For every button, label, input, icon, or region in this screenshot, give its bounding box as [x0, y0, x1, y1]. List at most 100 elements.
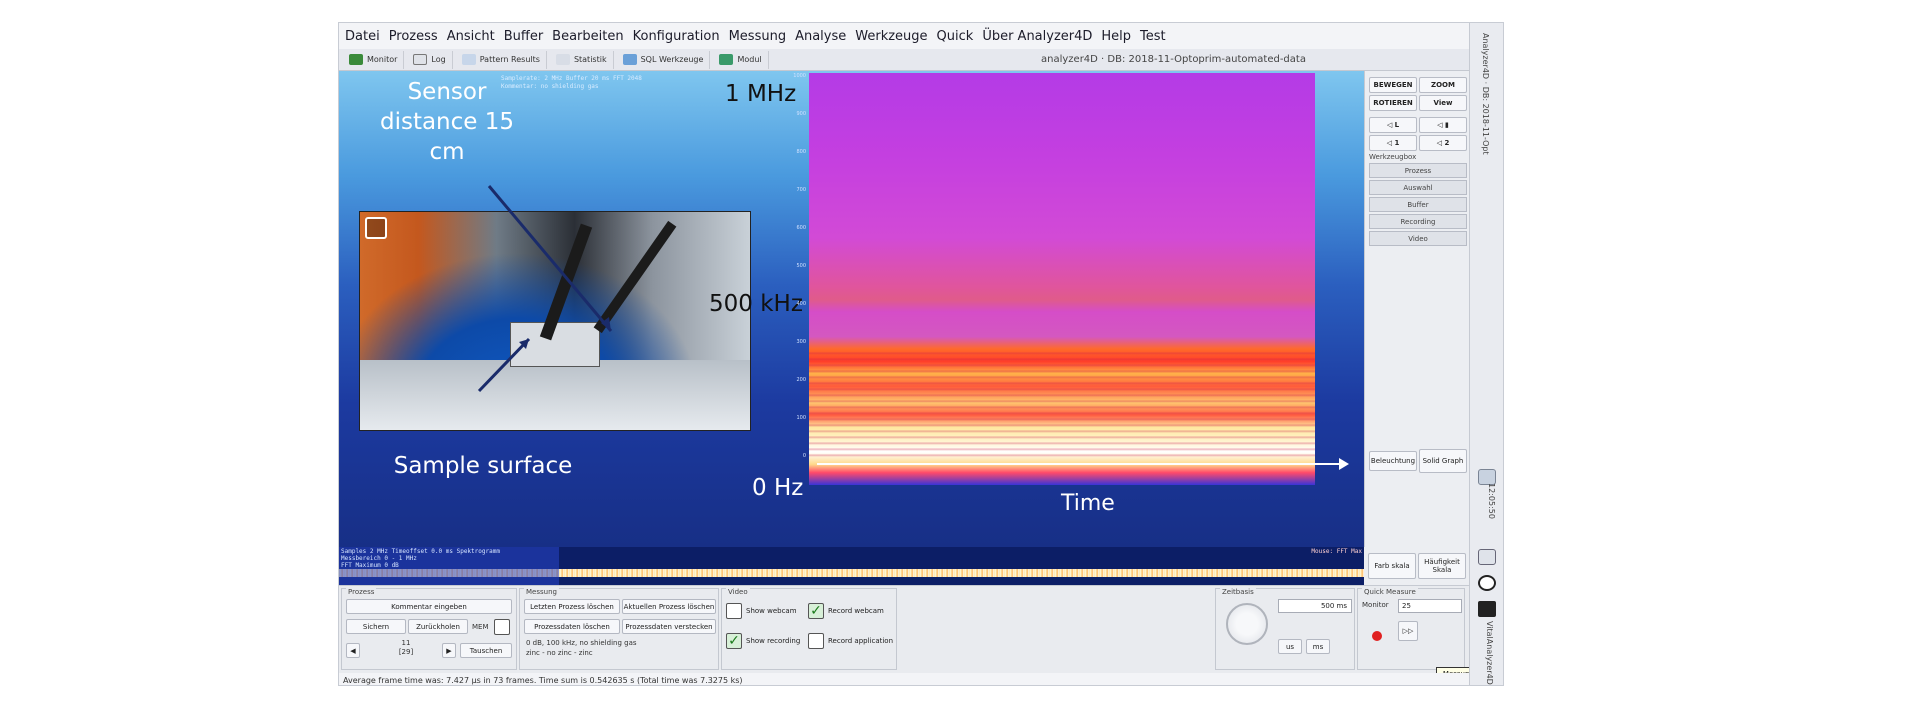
- toolbar-sql-button[interactable]: SQL Werkzeuge: [617, 50, 711, 69]
- record-webcam-checkbox[interactable]: ✓: [808, 603, 824, 619]
- power-icon[interactable]: [1478, 575, 1496, 591]
- view-button[interactable]: View: [1419, 95, 1467, 111]
- ytick: 300: [796, 339, 806, 345]
- analyzer4d-window: Datei Prozess Ansicht Buffer Bearbeiten …: [338, 22, 1504, 686]
- toolbar-log-label: Log: [431, 55, 446, 64]
- waveform-strip[interactable]: Samples 2 MHz Timeoffset 0.0 ms Spektrog…: [339, 547, 1364, 585]
- unit-ms-button[interactable]: ms: [1306, 639, 1330, 654]
- sample-arrow: [477, 337, 531, 393]
- ytick: 900: [796, 111, 806, 117]
- menu-ansicht[interactable]: Ansicht: [447, 29, 495, 44]
- menu-datei[interactable]: Datei: [345, 29, 380, 44]
- next-arrow-button[interactable]: ▶: [442, 643, 456, 658]
- tool-auswahl-button[interactable]: Auswahl: [1369, 180, 1467, 195]
- app-icon[interactable]: [1478, 601, 1496, 617]
- show-webcam-checkbox[interactable]: [726, 603, 742, 619]
- show-recording-label: Show recording: [746, 637, 801, 645]
- menu-bearbeiten[interactable]: Bearbeiten: [552, 29, 623, 44]
- zeitbasis-group: Zeitbasis 500 ms us ms: [1215, 588, 1355, 670]
- toolbar-monitor-label: Monitor: [367, 55, 398, 64]
- kommentar-eingeben-button[interactable]: Kommentar eingeben: [346, 599, 512, 614]
- waveform-info: Samples 2 MHz Timeoffset 0.0 ms Spektrog…: [341, 548, 500, 569]
- show-recording-checkbox[interactable]: ✓: [726, 633, 742, 649]
- unit-us-button[interactable]: us: [1278, 639, 1302, 654]
- menu-quick[interactable]: Quick: [937, 29, 974, 44]
- beleuchtung-button[interactable]: Beleuchtung: [1369, 451, 1417, 471]
- record-application-checkbox[interactable]: [808, 633, 824, 649]
- desktop-icon[interactable]: [1478, 549, 1496, 565]
- sample-surface-label: Sample surface: [393, 453, 573, 479]
- show-webcam-label: Show webcam: [746, 607, 797, 615]
- ytick: 500: [796, 263, 806, 269]
- toolbar-sql-label: SQL Werkzeuge: [640, 55, 704, 64]
- menu-bar: Datei Prozess Ansicht Buffer Bearbeiten …: [339, 23, 1469, 49]
- bewegen-button[interactable]: BEWEGEN: [1369, 77, 1417, 93]
- sichern-button[interactable]: Sichern: [346, 619, 406, 634]
- messung-group: Messung Letzten Prozess löschen Aktuelle…: [519, 588, 719, 670]
- haeufigkeit-skala-button[interactable]: Häufigkeit Skala: [1418, 553, 1466, 579]
- tool-buffer-button[interactable]: Buffer: [1369, 197, 1467, 212]
- tool-recording-button[interactable]: Recording: [1369, 214, 1467, 229]
- ytick: 200: [796, 377, 806, 383]
- checkmark-icon: ✓: [810, 603, 822, 619]
- log-icon: [413, 54, 428, 65]
- ytick: 400: [796, 301, 806, 307]
- toolbar-statistik-button[interactable]: Statistik: [550, 50, 614, 69]
- ytick: 0: [802, 453, 806, 459]
- database-icon: [622, 54, 637, 65]
- tool-prozess-button[interactable]: Prozess: [1369, 163, 1467, 178]
- status-bar: Average frame time was: 7.427 µs in 73 f…: [339, 673, 1469, 685]
- scale-controls: Farb skala Häufigkeit Skala: [1364, 547, 1469, 585]
- zoom-button[interactable]: ZOOM: [1419, 77, 1467, 93]
- rotieren-button[interactable]: ROTIEREN: [1369, 95, 1417, 111]
- toolbar: Monitor Log Pattern Results Statistik SQ…: [339, 49, 1469, 71]
- prev-arrow-button[interactable]: ◀: [346, 643, 360, 658]
- letzten-prozess-loeschen-button[interactable]: Letzten Prozess löschen: [524, 599, 620, 614]
- monitor-value-field[interactable]: 25: [1398, 599, 1462, 613]
- quick-measure-title: Quick Measure: [1362, 588, 1418, 596]
- menu-werkzeuge[interactable]: Werkzeuge: [855, 29, 927, 44]
- zeitbasis-group-title: Zeitbasis: [1220, 588, 1256, 596]
- menu-help[interactable]: Help: [1101, 29, 1131, 44]
- zurueckholen-button[interactable]: Zurückholen: [408, 619, 468, 634]
- quick-measure-group: Quick Measure Monitor 25 ▷▷: [1357, 588, 1465, 670]
- freq-top-label: 1 MHz: [725, 81, 797, 107]
- toolbar-modul-button[interactable]: Modul: [713, 50, 769, 69]
- zeitbasis-value-field[interactable]: 500 ms: [1278, 599, 1352, 613]
- tool-video-button[interactable]: Video: [1369, 231, 1467, 246]
- menu-analyse[interactable]: Analyse: [795, 29, 846, 44]
- main-viewport[interactable]: Samplerate: 2 MHz Buffer 20 ms FFT 2048 …: [339, 71, 1364, 547]
- aktuellen-prozess-loeschen-button[interactable]: Aktuellen Prozess löschen: [622, 599, 716, 614]
- mem-checkbox[interactable]: [494, 619, 510, 635]
- time-axis-label: Time: [1061, 491, 1115, 516]
- zeitbasis-dial[interactable]: [1226, 603, 1268, 645]
- menu-buffer[interactable]: Buffer: [504, 29, 543, 44]
- side-strip-app-name: VitalAnalyzer4D: [1485, 621, 1494, 685]
- prozessdaten-verstecken-button[interactable]: Prozessdaten verstecken: [622, 619, 716, 634]
- axis-2-button[interactable]: ◁ 2: [1419, 135, 1467, 151]
- checkmark-icon: ✓: [728, 633, 740, 649]
- menu-test[interactable]: Test: [1140, 29, 1166, 44]
- axis-l-button[interactable]: ◁ L: [1369, 117, 1417, 133]
- toolbar-pattern-button[interactable]: Pattern Results: [456, 50, 547, 69]
- menu-messung[interactable]: Messung: [729, 29, 787, 44]
- record-icon[interactable]: [1372, 631, 1382, 641]
- farb-skala-button[interactable]: Farb skala: [1368, 553, 1416, 579]
- axis-bar-button[interactable]: ◁ ▮: [1419, 117, 1467, 133]
- monitor-icon: [349, 54, 363, 65]
- tauschen-button[interactable]: Tauschen: [460, 643, 512, 658]
- menu-prozess[interactable]: Prozess: [389, 29, 438, 44]
- bottom-control-panel: Prozess Kommentar eingeben Sichern Zurüc…: [339, 585, 1469, 673]
- solid-graph-button[interactable]: Solid Graph: [1419, 449, 1467, 473]
- menu-konfiguration[interactable]: Konfiguration: [633, 29, 720, 44]
- axis-1-button[interactable]: ◁ 1: [1369, 135, 1417, 151]
- monitor-label: Monitor: [1362, 601, 1389, 609]
- prozessdaten-loeschen-button[interactable]: Prozessdaten löschen: [524, 619, 620, 634]
- chevron-left-icon: ◀: [350, 646, 356, 655]
- toolbar-monitor-button[interactable]: Monitor: [343, 50, 405, 69]
- play-icon: ▷▷: [1402, 627, 1414, 635]
- video-group-title: Video: [726, 588, 750, 596]
- replay-button[interactable]: ▷▷: [1398, 621, 1418, 641]
- menu-ueber[interactable]: Über Analyzer4D: [982, 29, 1092, 44]
- toolbar-log-button[interactable]: Log: [407, 50, 453, 69]
